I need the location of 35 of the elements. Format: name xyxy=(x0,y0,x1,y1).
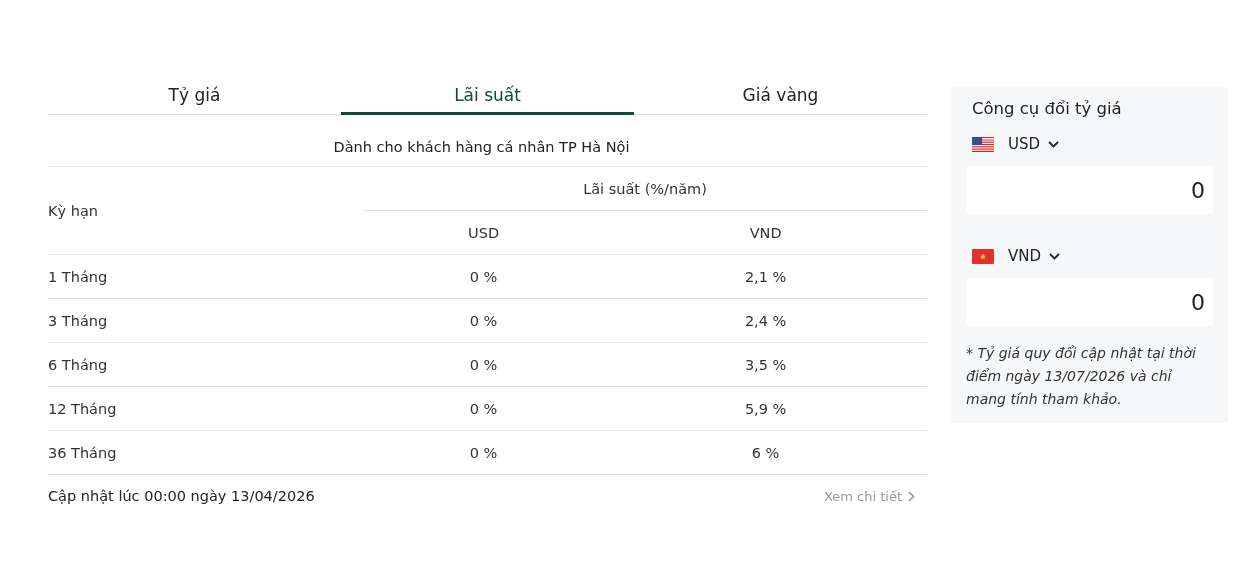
chevron-down-icon xyxy=(1048,140,1060,148)
table-cell: 5,9 % xyxy=(604,386,927,431)
table-cell: 3,5 % xyxy=(604,342,927,387)
column-header: USD xyxy=(363,210,605,255)
table-cell: 12 Tháng xyxy=(48,386,363,431)
tab[interactable]: Lãi suất xyxy=(341,75,634,115)
column-header: Kỳ hạn xyxy=(48,167,363,255)
table-cell: 2,4 % xyxy=(604,298,927,343)
table-cell: 0 % xyxy=(363,342,605,387)
table-cell: 2,1 % xyxy=(604,254,927,299)
amount-field[interactable]: 0 xyxy=(966,278,1213,326)
table-cell: 1 Tháng xyxy=(48,254,363,299)
disclaimer-note: * Tỷ giá quy đổi cập nhật tại thời điểm ngày 13/07/2026 và chỉ mang tính tham khảo. xyxy=(966,344,1197,409)
column-header: Lãi suất (%/năm) xyxy=(363,167,927,211)
table-cell: 0 % xyxy=(363,430,605,475)
tab[interactable]: Tỷ giá xyxy=(48,75,341,115)
converter-title: Công cụ đổi tỷ giá xyxy=(972,99,1123,118)
table-cell: 0 % xyxy=(363,254,605,299)
table-cell: 36 Tháng xyxy=(48,430,363,475)
chevron-down-icon xyxy=(1049,252,1061,260)
table-cell: 6 Tháng xyxy=(48,342,363,387)
table-cell: 3 Tháng xyxy=(48,298,363,343)
amount-field[interactable]: 0 xyxy=(966,166,1213,214)
currency-dropdown[interactable]: USD xyxy=(1008,135,1060,153)
table-cell: 6 % xyxy=(604,430,927,475)
table-subtitle: Dành cho khách hàng cá nhân TP Hà Nội xyxy=(333,139,630,155)
chevron-right-icon xyxy=(908,490,915,502)
flag-icon xyxy=(972,248,994,264)
table-cell: 0 % xyxy=(363,386,605,431)
column-header: VND xyxy=(604,210,927,255)
table-cell: 0 % xyxy=(363,298,605,343)
flag-icon xyxy=(972,136,994,152)
update-time: Cập nhật lúc 00:00 ngày 13/04/2026 xyxy=(48,488,315,504)
currency-dropdown[interactable]: VND xyxy=(1008,247,1061,265)
tab[interactable]: Giá vàng xyxy=(634,75,927,115)
